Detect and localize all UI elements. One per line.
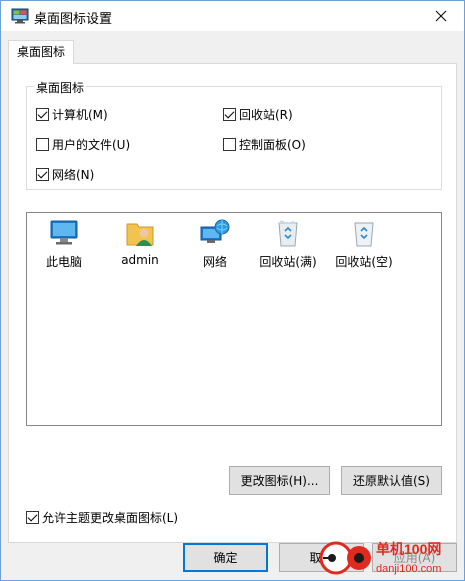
control-panel-checkbox[interactable]: 控制面板(O) <box>223 136 306 153</box>
close-icon <box>435 10 447 22</box>
window-title: 桌面图标设置 <box>34 12 113 27</box>
recycle-bin-empty-icon <box>354 222 374 247</box>
checkbox-label: 网络(N) <box>52 168 95 182</box>
desktop-settings-icon <box>11 8 29 24</box>
recycle-bin-full-icon <box>278 220 298 247</box>
group-legend: 桌面图标 <box>34 79 87 96</box>
checkbox-box[interactable] <box>223 138 236 151</box>
checkbox-box[interactable] <box>36 138 49 151</box>
network-checkbox[interactable]: 网络(N) <box>36 166 94 183</box>
close-button[interactable] <box>418 1 464 31</box>
icon-label: 回收站(空) <box>335 255 393 269</box>
icon-item-recycle-bin-full[interactable]: 回收站(满) <box>254 217 322 270</box>
checkbox-label: 计算机(M) <box>52 108 108 122</box>
icon-list[interactable]: 此电脑 admin 网络 回收站(满) 回收站(空) <box>26 212 442 426</box>
computer-checkbox[interactable]: 计算机(M) <box>36 106 108 123</box>
title-bar: 桌面图标设置 <box>1 1 464 31</box>
checkbox-box[interactable] <box>26 511 39 524</box>
apply-button[interactable]: 应用(A) <box>372 543 457 572</box>
allow-themes-checkbox[interactable]: 允许主题更改桌面图标(L) <box>26 509 178 526</box>
cancel-button[interactable]: 取消 <box>279 543 364 572</box>
icon-label: 回收站(满) <box>259 255 317 269</box>
change-icon-button[interactable]: 更改图标(H)... <box>229 466 330 495</box>
dialog-window: 桌面图标设置 桌面图标 桌面图标 计算机(M) 回收站(R) 用户的文件(U) … <box>0 0 465 581</box>
checkbox-box[interactable] <box>223 108 236 121</box>
icon-label: 此电脑 <box>45 255 82 269</box>
tab-desktop-icons[interactable]: 桌面图标 <box>8 40 74 64</box>
icon-item-network[interactable]: 网络 <box>181 217 249 270</box>
checkbox-label: 允许主题更改桌面图标(L) <box>42 511 179 525</box>
checkbox-label: 控制面板(O) <box>239 138 306 152</box>
icon-item-this-pc[interactable]: 此电脑 <box>30 217 98 270</box>
checkbox-label: 用户的文件(U) <box>52 138 131 152</box>
network-icon <box>200 219 230 243</box>
tab-panel: 桌面图标 计算机(M) 回收站(R) 用户的文件(U) 控制面板(O) 网络(N… <box>8 63 457 543</box>
desktop-icons-group: 桌面图标 计算机(M) 回收站(R) 用户的文件(U) 控制面板(O) 网络(N… <box>26 79 442 190</box>
computer-icon <box>50 220 78 245</box>
ok-button[interactable]: 确定 <box>183 543 268 572</box>
restore-default-button[interactable]: 还原默认值(S) <box>341 466 442 495</box>
user-folder-icon <box>126 223 154 246</box>
user-files-checkbox[interactable]: 用户的文件(U) <box>36 136 130 153</box>
icon-label: admin <box>121 253 159 267</box>
recycle-bin-checkbox[interactable]: 回收站(R) <box>223 106 293 123</box>
dialog-client-area: 桌面图标 桌面图标 计算机(M) 回收站(R) 用户的文件(U) 控制面板(O)… <box>1 31 464 580</box>
checkbox-box[interactable] <box>36 168 49 181</box>
checkbox-label: 回收站(R) <box>239 108 293 122</box>
checkbox-box[interactable] <box>36 108 49 121</box>
icon-label: 网络 <box>202 255 227 269</box>
icon-item-admin[interactable]: admin <box>106 217 174 267</box>
icon-item-recycle-bin-empty[interactable]: 回收站(空) <box>330 217 398 270</box>
